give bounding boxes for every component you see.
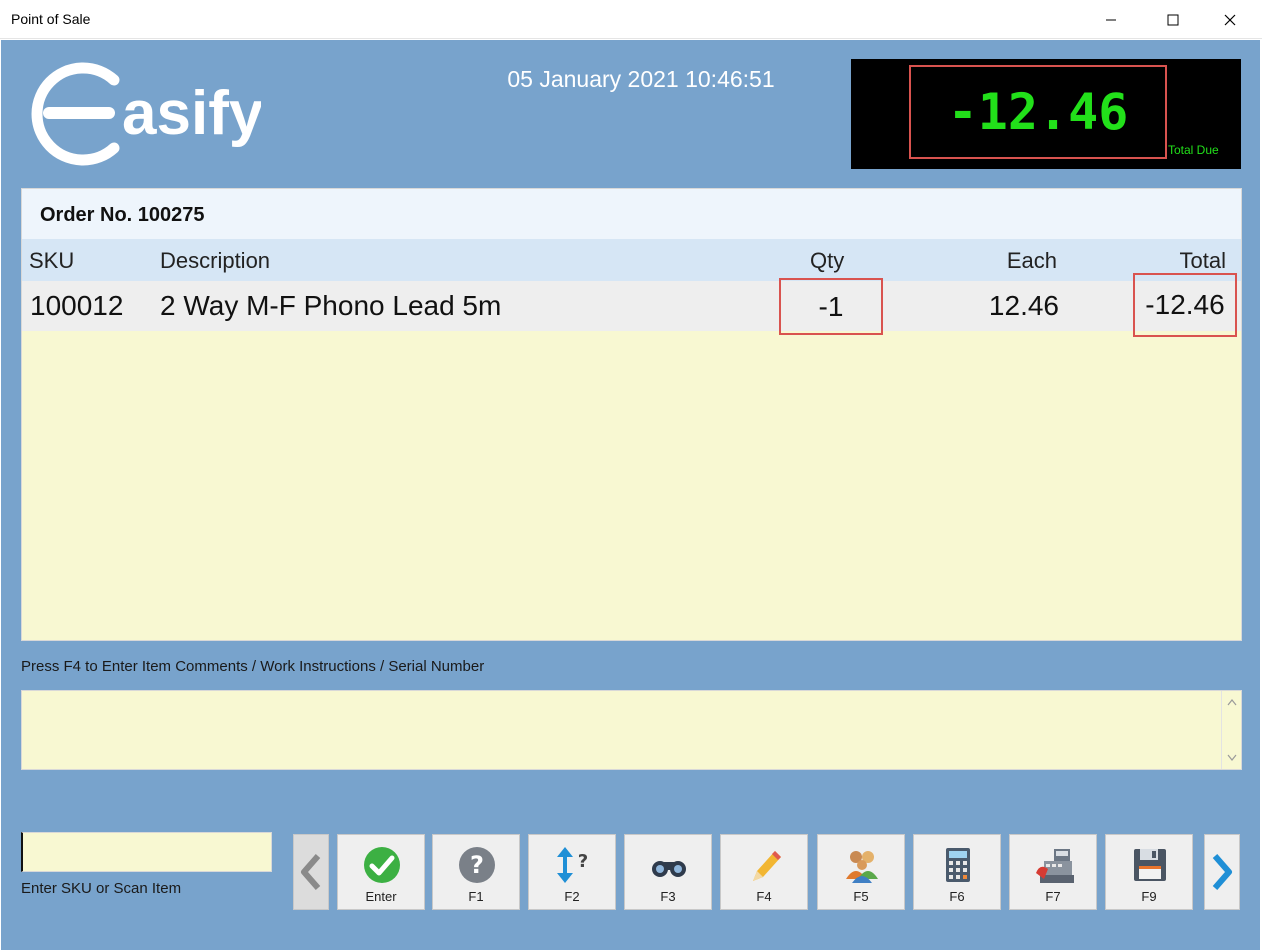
- enter-button-label: Enter: [365, 889, 397, 904]
- f6-calculator-button[interactable]: F6: [913, 834, 1001, 910]
- f9-button-label: F9: [1141, 889, 1157, 904]
- total-due-display: -12.46 Total Due: [851, 59, 1241, 169]
- scroll-down-button[interactable]: [1222, 749, 1242, 767]
- svg-text:?: ?: [578, 851, 588, 872]
- sku-input-label: Enter SKU or Scan Item: [21, 880, 182, 897]
- order-header: Order No. 100275: [22, 189, 1241, 239]
- chevron-up-icon: [1227, 699, 1237, 706]
- line-description: 2 Way M-F Phono Lead 5m: [160, 290, 502, 321]
- close-icon: [1224, 14, 1236, 25]
- minimize-button[interactable]: [1088, 0, 1134, 39]
- total-due-label: Total Due: [1168, 143, 1219, 157]
- pencil-icon: [745, 845, 785, 885]
- binoculars-icon: [649, 845, 689, 885]
- chevron-left-icon: [301, 854, 321, 890]
- date-time: 05 January 2021 10:46:51: [507, 66, 775, 92]
- scroll-up-button[interactable]: [1222, 693, 1242, 711]
- window-title: Point of Sale: [11, 11, 91, 27]
- f1-button-label: F1: [468, 889, 484, 904]
- column-each: Each: [1006, 248, 1057, 273]
- f1-help-button[interactable]: ? F1: [432, 834, 520, 910]
- comments-hint: Press F4 to Enter Item Comments / Work I…: [21, 658, 485, 675]
- line-total: -12.46: [1133, 273, 1237, 337]
- toolbar-next-button[interactable]: [1204, 834, 1240, 910]
- chevron-down-icon: [1227, 754, 1237, 761]
- help-icon: ?: [457, 845, 497, 885]
- f5-button-label: F5: [853, 889, 869, 904]
- check-icon: [362, 845, 402, 885]
- customers-icon: [842, 845, 882, 885]
- order-columns-header: SKU Description Qty Each Total: [22, 239, 1241, 281]
- line-qty: -1: [779, 278, 883, 335]
- f5-customers-button[interactable]: F5: [817, 834, 905, 910]
- title-bar: Point of Sale: [0, 0, 1262, 39]
- column-sku: SKU: [29, 248, 75, 273]
- close-button[interactable]: [1207, 0, 1253, 39]
- f9-save-button[interactable]: F9: [1105, 834, 1193, 910]
- f2-button-label: F2: [564, 889, 580, 904]
- sku-input-box: [21, 832, 272, 872]
- maximize-icon: [1167, 14, 1179, 25]
- column-qty: Qty: [810, 248, 845, 273]
- easify-logo: asify: [21, 58, 264, 170]
- comments-scrollbar[interactable]: [1221, 691, 1241, 769]
- comments-box: [21, 690, 1242, 770]
- f4-comments-button[interactable]: F4: [720, 834, 808, 910]
- comments-input[interactable]: [22, 691, 1220, 769]
- maximize-button[interactable]: [1150, 0, 1196, 39]
- cash-register-icon: [1034, 845, 1074, 885]
- f6-button-label: F6: [949, 889, 965, 904]
- logo-mark-icon: asify: [31, 62, 264, 166]
- logo-text: asify: [122, 79, 261, 148]
- column-description: Description: [160, 248, 271, 273]
- pos-app: asify 05 January 2021 10:46:51 -12.46 To…: [1, 40, 1260, 950]
- chevron-right-icon: [1212, 854, 1232, 890]
- f3-button-label: F3: [660, 889, 676, 904]
- line-each: 12.46: [988, 290, 1059, 321]
- order-line-row[interactable]: 100012 2 Way M-F Phono Lead 5m -1 12.46 …: [22, 273, 1241, 337]
- minimize-icon: [1106, 19, 1116, 20]
- enter-button[interactable]: Enter: [337, 834, 425, 910]
- f7-register-button[interactable]: F7: [1009, 834, 1097, 910]
- save-icon: [1130, 845, 1170, 885]
- column-total: Total: [1179, 248, 1226, 273]
- total-due-amount: -12.46: [909, 65, 1167, 159]
- order-panel: Order No. 100275 SKU Description Qty Eac…: [21, 188, 1242, 641]
- line-sku: 100012: [30, 290, 124, 321]
- f7-button-label: F7: [1045, 889, 1061, 904]
- calculator-icon: [938, 845, 978, 885]
- f4-button-label: F4: [756, 889, 772, 904]
- f3-search-button[interactable]: F3: [624, 834, 712, 910]
- sort-question-icon: ?: [553, 845, 593, 885]
- svg-text:?: ?: [470, 851, 484, 879]
- order-number: Order No. 100275: [40, 204, 205, 226]
- f2-button[interactable]: ? F2: [528, 834, 616, 910]
- sku-input[interactable]: [23, 833, 271, 871]
- toolbar-prev-button[interactable]: [293, 834, 329, 910]
